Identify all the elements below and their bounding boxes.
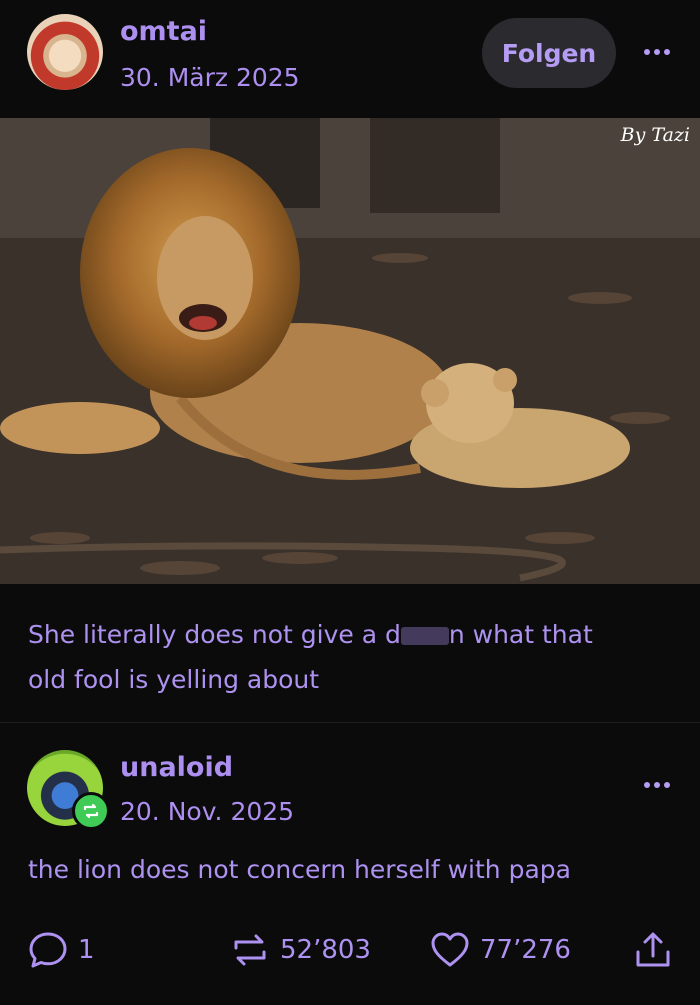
comment-count: 1 bbox=[78, 935, 95, 965]
share-icon bbox=[636, 932, 670, 967]
follow-button[interactable]: Folgen bbox=[482, 18, 616, 88]
like-button[interactable]: 77’276 bbox=[430, 930, 571, 970]
image-signature: By Tazi bbox=[620, 124, 690, 146]
caption-part-1: She literally does not give a d bbox=[28, 620, 401, 649]
reblog-date: 20. Nov. 2025 bbox=[120, 797, 295, 826]
reblog-icon bbox=[234, 934, 266, 966]
comment-icon bbox=[29, 932, 67, 968]
reblog-button[interactable]: 52’803 bbox=[230, 930, 371, 970]
reblog-badge-icon bbox=[72, 792, 110, 830]
reblog-text: the lion does not concern herself with p… bbox=[28, 855, 571, 884]
reblog-more-icon[interactable] bbox=[644, 782, 670, 788]
author-avatar[interactable] bbox=[27, 14, 103, 90]
comment-button[interactable]: 1 bbox=[28, 930, 95, 970]
share-button[interactable] bbox=[633, 930, 673, 970]
lion-photo bbox=[0, 118, 700, 584]
heart-icon bbox=[431, 932, 469, 967]
caption-part-2: n what that bbox=[448, 620, 593, 649]
divider bbox=[0, 722, 700, 723]
post-view: omtai 30. März 2025 Folgen By Tazi She l… bbox=[0, 0, 700, 1005]
caption-line-2: old fool is yelling about bbox=[28, 665, 320, 694]
censor-blur bbox=[400, 627, 449, 645]
like-count: 77’276 bbox=[480, 935, 571, 965]
reblog-count: 52’803 bbox=[280, 935, 371, 965]
author-name[interactable]: omtai bbox=[120, 16, 207, 47]
reblogger-name[interactable]: unaloid bbox=[120, 752, 233, 783]
post-caption: She literally does not give a d n what th… bbox=[28, 612, 668, 702]
more-options-icon[interactable] bbox=[644, 49, 670, 55]
post-date: 30. März 2025 bbox=[120, 63, 300, 92]
